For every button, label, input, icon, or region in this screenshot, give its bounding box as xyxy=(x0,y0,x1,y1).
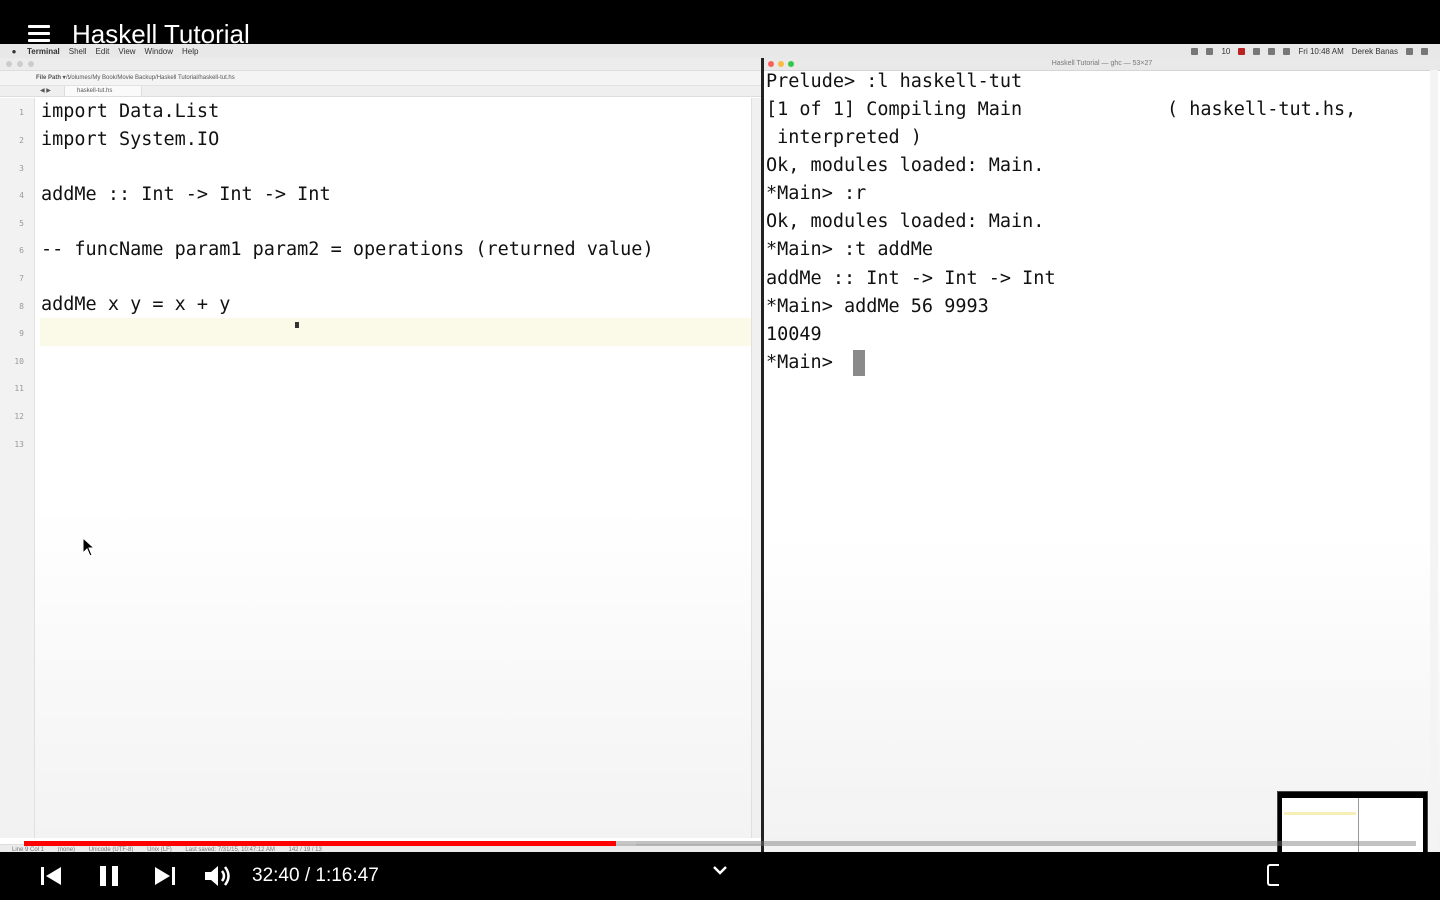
menu-shell[interactable]: Shell xyxy=(69,47,87,56)
text-editor-window: File Path ▾ : /Volumes/My Book/Movie Bac… xyxy=(0,58,762,855)
line-number: 5 xyxy=(19,219,24,228)
nav-arrows-icon[interactable]: ◀ ▶ xyxy=(40,86,51,96)
line-number: 2 xyxy=(19,136,24,145)
menu-help[interactable]: Help xyxy=(182,47,198,56)
terminal-prompt[interactable]: *Main> xyxy=(766,349,844,377)
menu-app-terminal[interactable]: Terminal xyxy=(27,47,60,56)
menu-view[interactable]: View xyxy=(118,47,135,56)
code-line[interactable]: -- funcName param1 param2 = operations (… xyxy=(41,236,654,264)
skip-previous-icon[interactable] xyxy=(37,862,65,890)
terminal-cursor xyxy=(853,350,865,376)
line-number: 9 xyxy=(19,329,24,338)
progress-played xyxy=(24,841,616,846)
terminal-line: Ok, modules loaded: Main. xyxy=(766,211,1045,232)
bell-icon[interactable] xyxy=(1191,47,1199,55)
player-controls: 32:40 / 1:16:47 xyxy=(0,852,1440,900)
code-line[interactable]: import System.IO xyxy=(41,126,219,154)
terminal-window[interactable]: Haskell Tutorial — ghc — 53×27 Prelude> … xyxy=(764,58,1440,852)
code-editor[interactable]: import Data.List import System.IO addMe … xyxy=(35,98,751,838)
line-number: 6 xyxy=(19,246,24,255)
volume-status-icon[interactable] xyxy=(1283,47,1291,55)
line-number: 8 xyxy=(19,302,24,311)
menubar-status: 10 Fri 10:48 AM Derek Banas xyxy=(1191,44,1428,58)
volume-icon[interactable] xyxy=(203,862,233,890)
line-number: 11 xyxy=(14,384,24,393)
current-line-highlight xyxy=(40,318,751,346)
menu-window[interactable]: Window xyxy=(145,47,173,56)
terminal-line: addMe :: Int -> Int -> Int xyxy=(766,268,1056,289)
code-line[interactable]: addMe x y = x + y xyxy=(41,291,230,319)
terminal-line: *Main> :t addMe xyxy=(766,239,934,260)
terminal-scrollbar[interactable] xyxy=(1430,70,1438,850)
wifi-icon[interactable] xyxy=(1268,47,1276,55)
editor-tab[interactable]: haskell-tut.hs xyxy=(64,86,142,96)
hamburger-icon[interactable] xyxy=(28,25,50,43)
notification-center-icon[interactable] xyxy=(1421,47,1428,55)
apple-icon[interactable]: ● xyxy=(10,47,18,56)
file-path-bar: File Path ▾ : /Volumes/My Book/Movie Bac… xyxy=(0,71,762,86)
status-icon[interactable] xyxy=(1206,47,1214,55)
line-number: 7 xyxy=(19,274,24,283)
terminal-title: Haskell Tutorial — ghc — 53×27 xyxy=(1051,60,1153,67)
pause-icon[interactable] xyxy=(95,862,123,890)
minimize-window-button[interactable] xyxy=(17,61,23,67)
line-number-gutter: 1 2 3 4 5 6 7 8 9 10 11 12 13 xyxy=(0,98,35,838)
zoom-window-button[interactable] xyxy=(788,61,794,67)
terminal-line: Prelude> :l haskell-tut xyxy=(766,71,1023,92)
mouse-pointer-icon xyxy=(82,537,96,557)
line-number: 10 xyxy=(14,357,24,366)
line-number: 13 xyxy=(14,440,24,449)
minimize-window-button[interactable] xyxy=(778,61,784,67)
terminal-line: [1 of 1] Compiling Main ( haskell-tut.hs… xyxy=(766,99,1357,120)
chevron-down-icon[interactable] xyxy=(711,864,729,878)
video-top-bar: Haskell Tutorial xyxy=(0,0,1440,49)
menubar-clock[interactable]: Fri 10:48 AM xyxy=(1298,47,1343,56)
code-line[interactable]: addMe :: Int -> Int -> Int xyxy=(41,181,331,209)
code-line[interactable]: import Data.List xyxy=(41,98,219,126)
close-window-button[interactable] xyxy=(768,61,774,67)
window-controls xyxy=(6,61,34,67)
line-number: 4 xyxy=(19,191,24,200)
terminal-line: Ok, modules loaded: Main. xyxy=(766,155,1045,176)
editor-titlebar xyxy=(0,58,762,71)
clock-icon[interactable] xyxy=(1253,47,1261,55)
file-path-label[interactable]: File Path ▾ : xyxy=(36,71,69,85)
battery-count: 10 xyxy=(1221,46,1231,56)
zoom-window-button[interactable] xyxy=(28,61,34,67)
menu-edit[interactable]: Edit xyxy=(96,47,110,56)
line-number: 12 xyxy=(14,412,24,421)
terminal-line: *Main> :r xyxy=(766,183,867,204)
record-icon[interactable] xyxy=(1238,47,1246,55)
terminal-line: interpreted ) xyxy=(766,127,922,148)
text-cursor-icon xyxy=(295,322,299,328)
terminal-line: *Main> addMe 56 9993 xyxy=(766,296,989,317)
mac-menubar: ● Terminal Shell Edit View Window Help 1… xyxy=(0,44,1440,58)
skip-next-icon[interactable] xyxy=(151,862,179,890)
file-path-value: /Volumes/My Book/Movie Backup/Haskell Tu… xyxy=(66,75,235,81)
close-window-button[interactable] xyxy=(6,61,12,67)
time-display: 32:40 / 1:16:47 xyxy=(252,865,379,886)
captions-icon[interactable] xyxy=(1267,864,1279,886)
terminal-line: 10049 xyxy=(766,324,822,345)
menubar-user[interactable]: Derek Banas xyxy=(1352,47,1398,56)
spotlight-icon[interactable] xyxy=(1406,47,1413,55)
editor-tab-bar: ◀ ▶ haskell-tut.hs xyxy=(0,86,762,97)
line-number: 3 xyxy=(19,164,24,173)
thumbnail-highlight xyxy=(1284,812,1356,815)
terminal-window-controls xyxy=(768,61,794,67)
line-number: 1 xyxy=(19,108,24,117)
video-progress-bar[interactable] xyxy=(24,841,1416,846)
